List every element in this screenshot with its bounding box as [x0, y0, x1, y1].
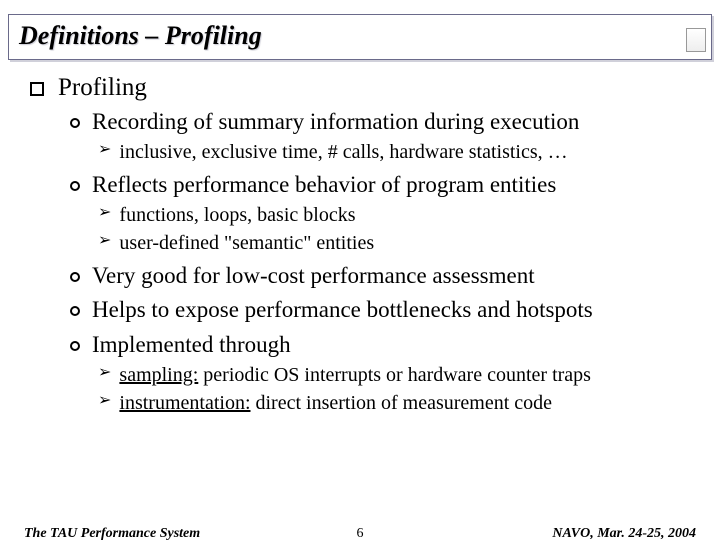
list-item: Implemented through	[70, 331, 690, 360]
sub-item-text: user-defined "semantic" entities	[119, 230, 374, 256]
list-item-text: Implemented through	[92, 331, 291, 360]
sub-item-rest: periodic OS interrupts or hardware count…	[198, 364, 591, 386]
sub-item-rest: direct insertion of measurement code	[251, 392, 553, 414]
arrow-bullet-icon: ➢	[98, 362, 111, 384]
list-item: Recording of summary information during …	[70, 108, 690, 137]
sub-item-text: inclusive, exclusive time, # calls, hard…	[119, 139, 567, 165]
list-item-text: Very good for low-cost performance asses…	[92, 262, 535, 291]
circle-bullet-icon	[70, 181, 80, 191]
sub-item: ➢ sampling: periodic OS interrupts or ha…	[98, 362, 690, 388]
arrow-bullet-icon: ➢	[98, 202, 111, 224]
list-item-text: Reflects performance behavior of program…	[92, 171, 556, 200]
list-item: Helps to expose performance bottlenecks …	[70, 296, 690, 325]
underlined-term: sampling:	[119, 364, 198, 386]
title-bar: Definitions – Profiling	[8, 14, 712, 60]
sub-item-text: sampling: periodic OS interrupts or hard…	[119, 362, 591, 388]
arrow-bullet-icon: ➢	[98, 230, 111, 252]
slide-title: Definitions – Profiling	[19, 21, 701, 51]
sub-item: ➢ functions, loops, basic blocks	[98, 202, 690, 228]
arrow-bullet-icon: ➢	[98, 390, 111, 412]
section-heading: Profiling	[30, 74, 690, 102]
list-item-text: Recording of summary information during …	[92, 108, 579, 137]
circle-bullet-icon	[70, 341, 80, 351]
circle-bullet-icon	[70, 272, 80, 282]
sub-item: ➢ instrumentation: direct insertion of m…	[98, 390, 690, 416]
circle-bullet-icon	[70, 306, 80, 316]
square-bullet-icon	[30, 82, 44, 96]
arrow-bullet-icon: ➢	[98, 139, 111, 161]
sub-item: ➢ inclusive, exclusive time, # calls, ha…	[98, 139, 690, 165]
list-item: Reflects performance behavior of program…	[70, 171, 690, 200]
list-item-text: Helps to expose performance bottlenecks …	[92, 296, 593, 325]
section-text: Profiling	[58, 74, 147, 102]
sub-item-text: instrumentation: direct insertion of mea…	[119, 390, 552, 416]
sub-item: ➢ user-defined "semantic" entities	[98, 230, 690, 256]
underlined-term: instrumentation:	[119, 392, 250, 414]
slide-content: Profiling Recording of summary informati…	[0, 60, 720, 416]
sub-item-text: functions, loops, basic blocks	[119, 202, 355, 228]
list-item: Very good for low-cost performance asses…	[70, 262, 690, 291]
circle-bullet-icon	[70, 118, 80, 128]
